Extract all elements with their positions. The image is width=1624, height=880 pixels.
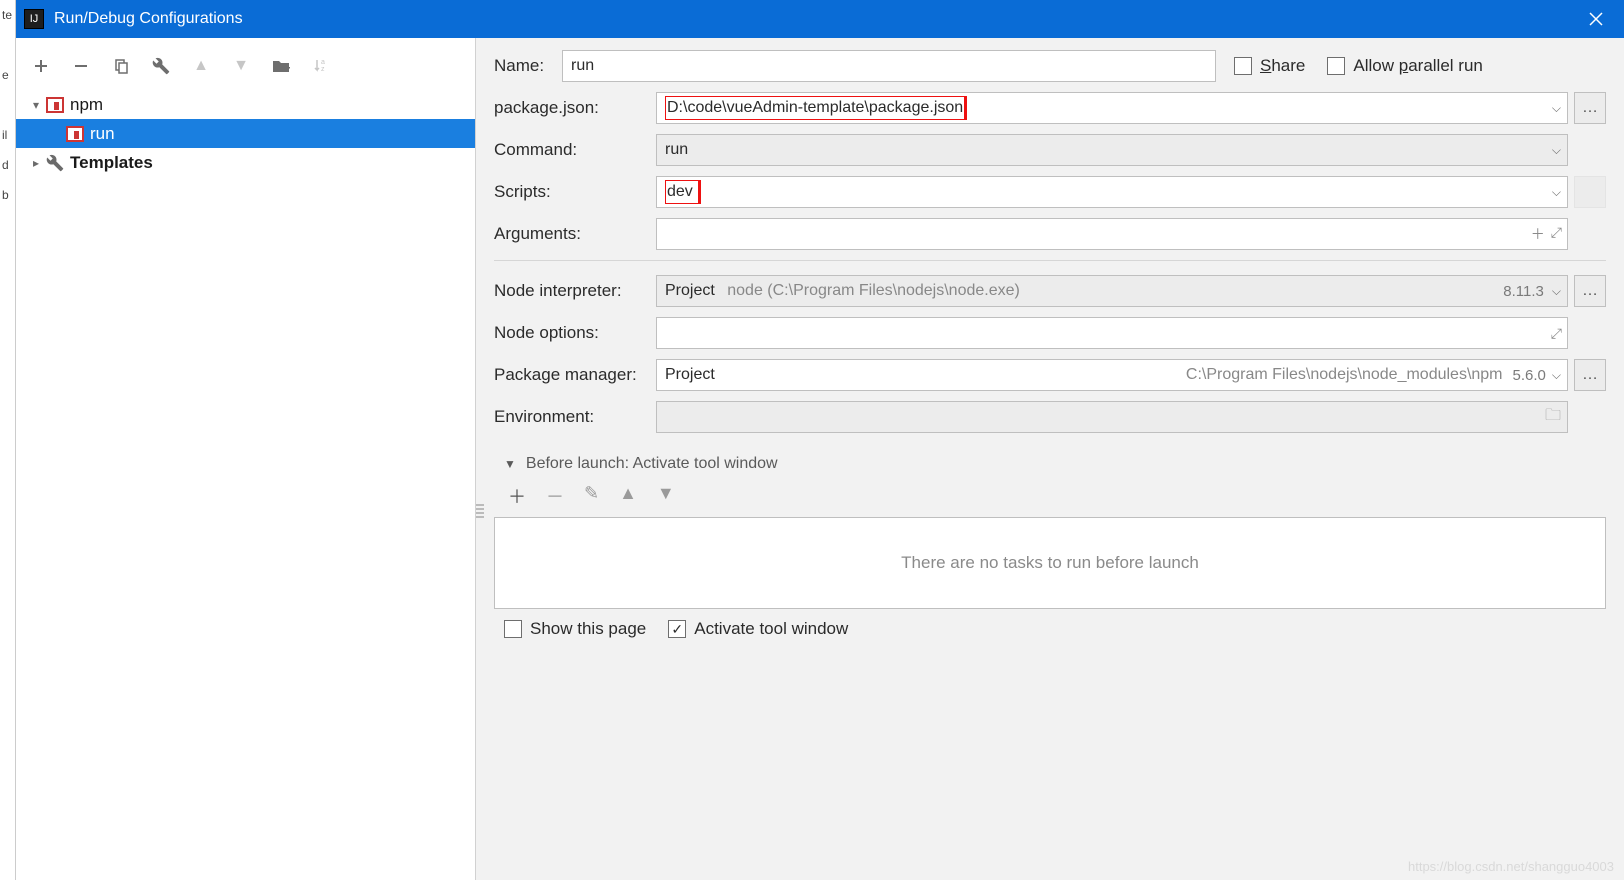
arguments-label: Arguments: — [494, 224, 656, 244]
bl-add-button[interactable]: ＋ — [508, 483, 526, 509]
chevron-down-icon: ⌵ — [1552, 368, 1561, 383]
bl-edit-button[interactable]: ✎ — [584, 483, 599, 509]
before-launch-header[interactable]: ▼ Before launch: Activate tool window — [494, 455, 1606, 473]
triangle-down-icon: ▼ — [504, 457, 516, 471]
browse-pkgmgr-button[interactable]: … — [1574, 359, 1606, 391]
node-interpreter-combo[interactable]: Project node (C:\Program Files\nodejs\no… — [656, 275, 1568, 307]
show-this-page-label: Show this page — [530, 619, 646, 639]
chevron-down-icon: ⌵ — [1552, 101, 1561, 116]
package-manager-combo[interactable]: Project C:\Program Files\nodejs\node_mod… — [656, 359, 1568, 391]
share-label: Share — [1260, 56, 1305, 76]
name-input[interactable] — [562, 50, 1216, 82]
browse-package-button[interactable]: … — [1574, 92, 1606, 124]
tree-node-templates[interactable]: ▸ Templates — [16, 148, 475, 177]
window-title: Run/Debug Configurations — [54, 10, 1568, 28]
expand-icon[interactable]: ⤢ — [1551, 325, 1562, 342]
name-label: Name: — [494, 56, 562, 76]
arguments-input[interactable] — [656, 218, 1568, 250]
bl-remove-button[interactable]: － — [546, 483, 564, 509]
before-launch-title: Before launch: Activate tool window — [526, 455, 778, 473]
environment-label: Environment: — [494, 407, 656, 427]
show-this-page-checkbox[interactable]: Show this page — [504, 619, 646, 639]
copy-config-button[interactable] — [110, 55, 132, 77]
chevron-down-icon: ⌵ — [1552, 284, 1561, 299]
add-config-button[interactable] — [30, 55, 52, 77]
tree-node-label: run — [90, 124, 115, 144]
browse-interpreter-button[interactable]: … — [1574, 275, 1606, 307]
share-checkbox[interactable]: Share — [1234, 56, 1305, 76]
chevron-down-icon: ⌵ — [1552, 185, 1561, 200]
package-manager-version: 5.6.0 — [1513, 367, 1546, 384]
npm-icon — [44, 96, 66, 114]
node-options-input[interactable] — [656, 317, 1568, 349]
tree-node-label: npm — [70, 95, 103, 115]
activate-tool-window-checkbox[interactable]: ✓ Activate tool window — [668, 619, 848, 639]
plus-icon[interactable]: ＋ — [1531, 224, 1545, 244]
sort-button[interactable]: az — [310, 55, 332, 77]
package-json-field[interactable]: D:\code\vueAdmin-template\package.json ⌵ — [656, 92, 1568, 124]
dialog-window: IJ Run/Debug Configurations ▲ — [16, 0, 1624, 880]
node-options-label: Node options: — [494, 323, 656, 343]
node-interpreter-path: node (C:\Program Files\nodejs\node.exe) — [727, 282, 1020, 299]
npm-icon — [64, 125, 86, 143]
chevron-right-icon: ▸ — [28, 156, 44, 170]
background-sliver: te e ildb — [0, 0, 16, 880]
move-down-button[interactable]: ▼ — [230, 55, 252, 77]
checkbox-checked-icon: ✓ — [668, 620, 686, 638]
titlebar: IJ Run/Debug Configurations — [16, 0, 1624, 38]
command-label: Command: — [494, 140, 656, 160]
package-json-value: D:\code\vueAdmin-template\package.json — [665, 96, 965, 120]
chevron-down-icon: ⌵ — [1552, 143, 1561, 158]
before-launch-toolbar: ＋ － ✎ ▲ ▼ — [494, 473, 1606, 517]
checkbox-icon — [1234, 57, 1252, 75]
folder-button[interactable] — [270, 55, 292, 77]
expand-icon[interactable]: ⤢ — [1551, 224, 1562, 244]
left-panel: ▲ ▼ az ▾ npm run — [16, 38, 476, 880]
package-manager-project: Project — [665, 366, 715, 383]
activate-tool-window-label: Activate tool window — [694, 619, 848, 639]
allow-parallel-label: Allow parallel run — [1353, 56, 1482, 76]
command-combo[interactable]: run ⌵ — [656, 134, 1568, 166]
resize-grip[interactable] — [476, 504, 484, 520]
wrench-icon — [44, 154, 66, 172]
scripts-label: Scripts: — [494, 182, 656, 202]
right-panel: Name: Share Allow parallel run — [476, 38, 1624, 880]
move-up-button[interactable]: ▲ — [190, 55, 212, 77]
svg-text:a: a — [321, 59, 325, 66]
command-value: run — [665, 141, 1552, 159]
scripts-value: dev — [665, 180, 699, 204]
node-interpreter-project: Project — [665, 282, 715, 299]
package-manager-label: Package manager: — [494, 365, 656, 385]
watermark: https://blog.csdn.net/shangguo4003 — [1408, 859, 1614, 874]
package-json-label: package.json: — [494, 98, 656, 118]
scripts-extra-button[interactable] — [1574, 176, 1606, 208]
edit-defaults-button[interactable] — [150, 55, 172, 77]
app-icon: IJ — [24, 9, 44, 29]
bl-down-button[interactable]: ▼ — [657, 483, 675, 509]
node-interpreter-version: 8.11.3 — [1503, 283, 1544, 300]
before-launch-empty-text: There are no tasks to run before launch — [901, 553, 1199, 573]
folder-icon[interactable]: 🗀 — [1545, 404, 1561, 431]
svg-text:z: z — [321, 66, 325, 73]
scripts-combo[interactable]: dev ⌵ — [656, 176, 1568, 208]
divider — [494, 260, 1606, 261]
package-manager-path: C:\Program Files\nodejs\node_modules\npm — [1186, 366, 1503, 384]
config-tree: ▾ npm run ▸ Templates — [16, 88, 475, 880]
tree-node-label: Templates — [70, 153, 153, 173]
allow-parallel-checkbox[interactable]: Allow parallel run — [1327, 56, 1482, 76]
environment-field[interactable]: 🗀 — [656, 401, 1568, 433]
bl-up-button[interactable]: ▲ — [619, 483, 637, 509]
remove-config-button[interactable] — [70, 55, 92, 77]
before-launch-section: ▼ Before launch: Activate tool window ＋ … — [494, 455, 1606, 639]
checkbox-icon — [504, 620, 522, 638]
close-button[interactable] — [1568, 0, 1624, 38]
left-toolbar: ▲ ▼ az — [16, 44, 475, 88]
checkbox-icon — [1327, 57, 1345, 75]
chevron-down-icon: ▾ — [28, 98, 44, 112]
dialog-body: ▲ ▼ az ▾ npm run — [16, 38, 1624, 880]
before-launch-tasks-empty: There are no tasks to run before launch — [494, 517, 1606, 609]
node-interpreter-label: Node interpreter: — [494, 281, 656, 301]
tree-node-npm[interactable]: ▾ npm — [16, 90, 475, 119]
tree-node-run[interactable]: run — [16, 119, 475, 148]
